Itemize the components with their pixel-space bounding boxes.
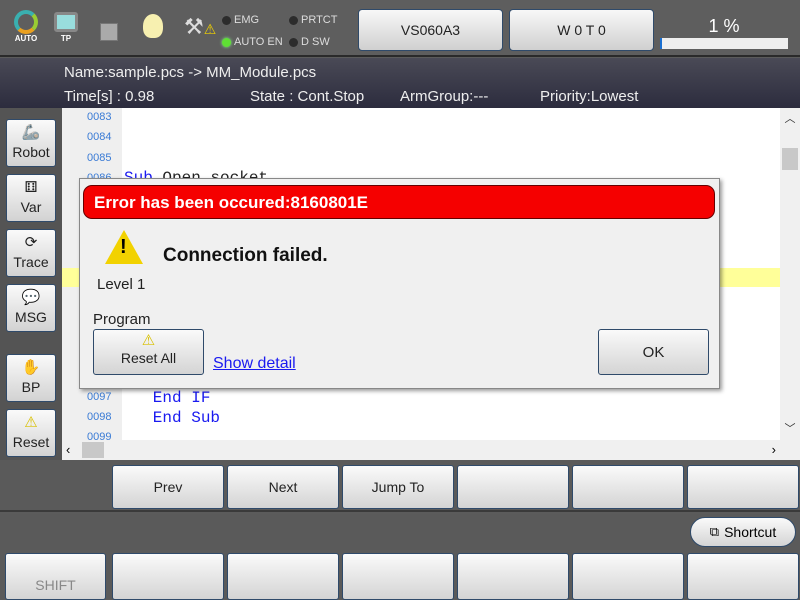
robot-arm-icon: 🦾	[21, 124, 41, 141]
bottom-key-area: ⧉ Shortcut SHIFT	[0, 514, 800, 600]
horizontal-scrollbar[interactable]: ‹ ›	[62, 440, 800, 460]
vertical-scrollbar[interactable]: ︿ ﹀	[780, 108, 800, 440]
error-source: Program	[93, 311, 151, 328]
auto-mode-icon[interactable]: AUTO	[10, 10, 42, 43]
message-bubble-icon: 💬	[21, 289, 41, 306]
line-number: 0098	[87, 411, 112, 423]
scroll-down-icon[interactable]: ﹀	[780, 420, 800, 436]
shift-button[interactable]: SHIFT	[5, 553, 106, 600]
next-button[interactable]: Next	[227, 465, 339, 509]
emg-indicator: EMG	[222, 14, 259, 26]
line-number: 0099	[87, 431, 112, 440]
soft-key[interactable]	[227, 553, 339, 600]
elapsed-time: Time[s] : 0.98	[64, 88, 155, 105]
shortcut-icon: ⧉	[709, 524, 720, 539]
jump-to-button[interactable]: Jump To	[342, 465, 454, 509]
trace-icon: ⟳	[24, 234, 38, 251]
program-name: Name:sample.pcs -> MM_Module.pcs	[64, 64, 317, 81]
hscroll-thumb[interactable]	[82, 442, 104, 458]
shortcut-button[interactable]: ⧉ Shortcut	[690, 517, 796, 547]
soft-key[interactable]	[342, 553, 454, 600]
pendant-label: TP	[60, 34, 72, 43]
soft-key[interactable]	[457, 553, 569, 600]
code-line: End Sub	[124, 409, 221, 427]
stop-icon[interactable]	[100, 23, 118, 41]
error-message: Connection failed.	[163, 245, 328, 266]
priority: Priority:Lowest	[540, 88, 639, 105]
mode-label: AUTO	[14, 34, 38, 43]
teach-pendant-icon[interactable]: TP	[52, 10, 80, 43]
line-number: 0085	[87, 152, 112, 164]
dsw-indicator: D SW	[289, 36, 330, 48]
top-status-bar: AUTO TP ⚒⚠ EMG AUTO EN PRTCT D SW VS060A…	[0, 0, 800, 57]
lightbulb-icon[interactable]	[143, 14, 163, 38]
soft-key[interactable]	[572, 553, 684, 600]
error-title: Error has been occured:8160801E	[83, 185, 715, 219]
msg-button[interactable]: 💬 MSG	[6, 284, 56, 332]
reset-all-button[interactable]: ⚠ Reset All	[93, 329, 204, 375]
warning-icon: ⚠	[24, 414, 38, 431]
show-detail-link[interactable]: Show detail	[213, 355, 296, 373]
function-key-row: Prev Next Jump To	[0, 460, 800, 512]
ok-button[interactable]: OK	[598, 329, 709, 375]
robot-button[interactable]: 🦾 Robot	[6, 119, 56, 167]
dice-icon: ⚅	[24, 179, 38, 196]
var-button[interactable]: ⚅ Var	[6, 174, 56, 222]
function-button-empty[interactable]	[687, 465, 799, 509]
prev-button[interactable]: Prev	[112, 465, 224, 509]
auto-en-indicator: AUTO EN	[222, 36, 283, 48]
line-number: 0084	[87, 131, 112, 143]
scroll-left-icon[interactable]: ‹	[66, 442, 70, 457]
speed-bar[interactable]	[660, 38, 788, 49]
breakpoint-button[interactable]: ✋ BP	[6, 354, 56, 402]
function-button-empty[interactable]	[572, 465, 684, 509]
state: State : Cont.Stop	[250, 88, 365, 105]
work-tool-button[interactable]: W 0 T 0	[509, 9, 654, 51]
wrench-warning-icon[interactable]: ⚒⚠	[184, 14, 216, 40]
warning-icon: !	[105, 230, 143, 264]
warning-icon: ⚠	[141, 332, 156, 349]
trace-button[interactable]: ⟳ Trace	[6, 229, 56, 277]
scroll-thumb[interactable]	[782, 148, 798, 170]
soft-key[interactable]	[112, 553, 224, 600]
hand-icon: ✋	[21, 359, 41, 376]
scroll-up-icon[interactable]: ︿	[780, 110, 800, 126]
sidebar: 🦾 Robot ⚅ Var ⟳ Trace 💬 MSG ✋ BP ⚠ Reset	[0, 108, 62, 460]
soft-key[interactable]	[687, 553, 799, 600]
reset-button[interactable]: ⚠ Reset	[6, 409, 56, 457]
speed-label: 1 %	[708, 16, 740, 36]
arm-group: ArmGroup:---	[400, 88, 489, 105]
line-number: 0083	[87, 111, 112, 123]
scroll-right-icon[interactable]: ›	[772, 442, 776, 457]
code-line: End IF	[124, 389, 211, 407]
prtct-indicator: PRTCT	[289, 14, 337, 26]
line-number: 0097	[87, 391, 112, 403]
error-dialog: Error has been occured:8160801E ! Connec…	[79, 178, 720, 389]
program-info-bar: Name:sample.pcs -> MM_Module.pcs Time[s]…	[0, 58, 800, 108]
error-level: Level 1	[97, 276, 146, 293]
function-button-empty[interactable]	[457, 465, 569, 509]
robot-type-button[interactable]: VS060A3	[358, 9, 503, 51]
